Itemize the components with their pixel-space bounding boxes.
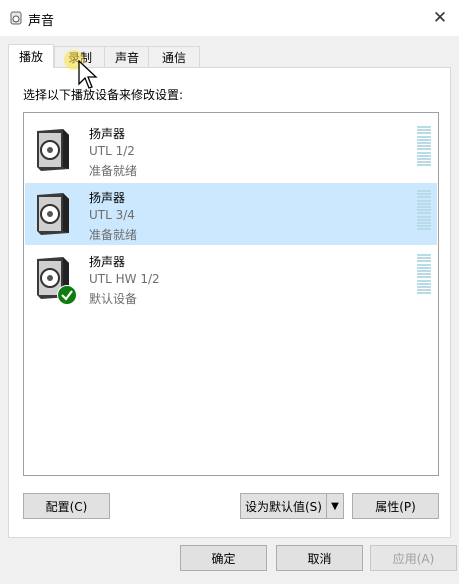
tab-sounds[interactable]: 声音 bbox=[104, 46, 150, 67]
device-status: 默认设备 bbox=[89, 292, 138, 306]
title-bar: 声音 ✕ bbox=[0, 0, 459, 36]
close-icon: ✕ bbox=[432, 8, 448, 28]
chevron-down-icon: ▼ bbox=[331, 500, 339, 512]
close-button[interactable]: ✕ bbox=[427, 5, 453, 31]
list-item[interactable]: 扬声器 UTL 3/4 准备就绪 bbox=[25, 183, 437, 245]
set-default-button[interactable]: 设为默认值(S) bbox=[240, 493, 326, 519]
device-list: 扬声器 UTL 1/2 准备就绪 扬声器 UTL 3/4 准备就绪 扬声器 UT… bbox=[23, 112, 439, 476]
device-name: 扬声器 bbox=[89, 255, 126, 269]
properties-button[interactable]: 属性(P) bbox=[352, 493, 439, 519]
cancel-button[interactable]: 取消 bbox=[276, 545, 363, 571]
device-status: 准备就绪 bbox=[89, 228, 138, 242]
ok-button[interactable]: 确定 bbox=[180, 545, 267, 571]
volume-meter bbox=[417, 254, 431, 296]
device-description: UTL 1/2 bbox=[89, 144, 135, 158]
instruction-text: 选择以下播放设备来修改设置: bbox=[23, 88, 184, 102]
configure-button[interactable]: 配置(C) bbox=[23, 493, 110, 519]
tab-playback[interactable]: 播放 bbox=[8, 44, 54, 68]
volume-meter bbox=[417, 190, 431, 232]
speaker-icon bbox=[37, 193, 69, 235]
cursor-highlight bbox=[64, 50, 84, 70]
device-description: UTL HW 1/2 bbox=[89, 272, 160, 286]
set-default-dropdown[interactable]: ▼ bbox=[326, 493, 344, 519]
tab-communications[interactable]: 通信 bbox=[148, 46, 200, 67]
list-item[interactable]: 扬声器 UTL HW 1/2 默认设备 bbox=[25, 247, 437, 309]
speaker-app-icon bbox=[10, 11, 22, 25]
device-name: 扬声器 bbox=[89, 191, 126, 205]
speaker-icon bbox=[37, 129, 69, 171]
playback-panel: 选择以下播放设备来修改设置: 扬声器 UTL 1/2 准备就绪 扬声器 UTL … bbox=[8, 67, 451, 538]
device-name: 扬声器 bbox=[89, 127, 126, 141]
volume-meter bbox=[417, 126, 431, 168]
apply-button[interactable]: 应用(A) bbox=[370, 545, 457, 571]
check-icon bbox=[57, 285, 77, 305]
list-item[interactable]: 扬声器 UTL 1/2 准备就绪 bbox=[25, 119, 437, 181]
device-status: 准备就绪 bbox=[89, 164, 138, 178]
device-description: UTL 3/4 bbox=[89, 208, 135, 222]
window-title: 声音 bbox=[28, 14, 55, 29]
